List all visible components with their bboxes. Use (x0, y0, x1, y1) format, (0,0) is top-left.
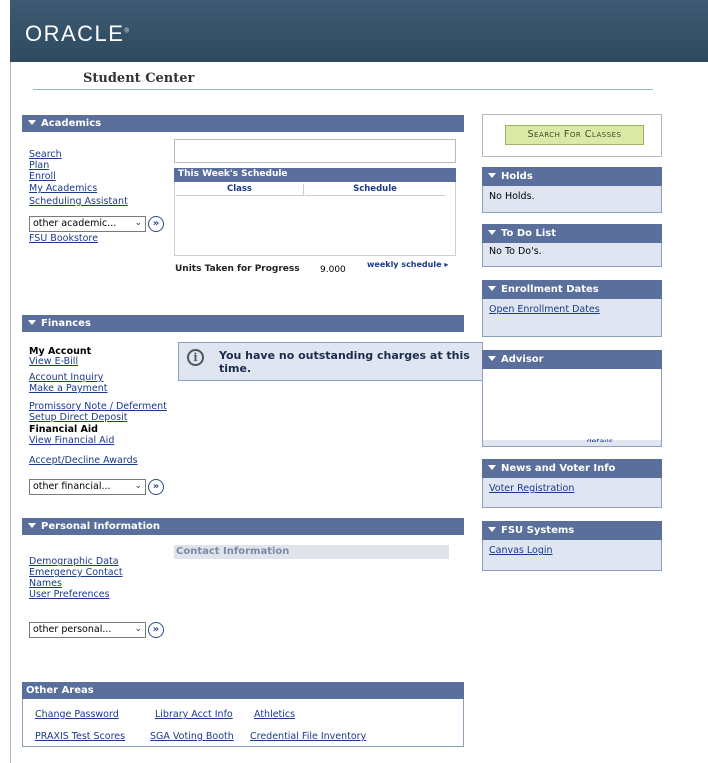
change-password-link[interactable]: Change Password (35, 709, 119, 720)
holds-body: No Holds. (482, 186, 662, 213)
chevron-down-icon: ⌄ (134, 218, 142, 228)
praxis-scores-link[interactable]: PRAXIS Test Scores (35, 731, 125, 742)
academic-go-button[interactable]: » (148, 216, 164, 232)
todo-header[interactable]: To Do List (482, 224, 662, 243)
weekly-schedule-link[interactable]: weekly schedule ▸ (367, 260, 448, 269)
no-charges-message: i You have no outstanding charges at thi… (178, 342, 483, 381)
personal-info-header[interactable]: Personal Information (22, 518, 464, 535)
collapse-triangle-icon (488, 356, 496, 361)
academics-link-scheduling-assistant[interactable]: Scheduling Assistant (29, 196, 128, 207)
header-bar: ORACLE® (10, 0, 708, 62)
account-inquiry-link[interactable]: Account Inquiry (29, 372, 103, 383)
collapse-triangle-icon (28, 120, 36, 125)
enrollment-dates-body: Open Enrollment Dates (482, 299, 662, 337)
schedule-title: This Week's Schedule (174, 168, 456, 182)
search-for-classes-button[interactable]: Search For Classes (505, 125, 644, 145)
units-value: 9.000 (320, 265, 346, 275)
finances-header[interactable]: Finances (22, 315, 464, 332)
holds-header[interactable]: Holds (482, 167, 662, 186)
other-areas-header: Other Areas (22, 682, 464, 699)
academics-link-enroll[interactable]: Enroll (29, 171, 56, 182)
collapse-triangle-icon (28, 320, 36, 325)
financial-aid-heading: Financial Aid (29, 424, 98, 435)
emergency-contact-link[interactable]: Emergency Contact (29, 567, 123, 578)
units-label: Units Taken for Progress (175, 264, 300, 274)
news-voter-header[interactable]: News and Voter Info (482, 459, 662, 478)
enrollment-dates-header[interactable]: Enrollment Dates (482, 280, 662, 299)
academics-search-box (174, 139, 456, 163)
open-enrollment-dates-link[interactable]: Open Enrollment Dates (489, 304, 600, 315)
fsu-bookstore-link[interactable]: FSU Bookstore (29, 233, 98, 244)
names-link[interactable]: Names (29, 578, 62, 589)
collapse-triangle-icon (28, 523, 36, 528)
credential-file-link[interactable]: Credential File Inventory (250, 731, 366, 742)
chevron-down-icon: ⌄ (134, 624, 142, 634)
todo-text: No To Do's. (489, 246, 542, 257)
academics-link-search[interactable]: Search (29, 149, 62, 160)
library-acct-info-link[interactable]: Library Acct Info (155, 709, 233, 720)
promissory-note-link[interactable]: Promissory Note / Deferment (29, 401, 167, 412)
view-financial-aid-link[interactable]: View Financial Aid (29, 435, 114, 446)
collapse-triangle-icon (488, 465, 496, 470)
chevron-down-icon: ⌄ (134, 481, 142, 491)
academics-header[interactable]: Academics (22, 115, 464, 132)
fsu-systems-body: Canvas Login (482, 540, 662, 571)
academics-link-my-academics[interactable]: My Academics (29, 183, 97, 194)
holds-text: No Holds. (489, 191, 535, 202)
schedule-col-class: Class (176, 184, 304, 196)
fsu-systems-header[interactable]: FSU Systems (482, 521, 662, 540)
personal-go-button[interactable]: » (148, 622, 164, 638)
schedule-col-schedule: Schedule (305, 184, 445, 196)
collapse-triangle-icon (488, 230, 496, 235)
user-preferences-link[interactable]: User Preferences (29, 589, 110, 600)
advisor-body: details (482, 369, 662, 447)
athletics-link[interactable]: Athletics (254, 709, 295, 720)
news-voter-body: Voter Registration (482, 478, 662, 508)
other-academic-select[interactable]: other academic... ⌄ (29, 216, 146, 232)
collapse-triangle-icon (488, 527, 496, 532)
accept-decline-awards-link[interactable]: Accept/Decline Awards (29, 455, 138, 466)
voter-registration-link[interactable]: Voter Registration (489, 483, 574, 494)
collapse-triangle-icon (488, 286, 496, 291)
arrow-right-icon: ▸ (444, 260, 449, 269)
todo-body: No To Do's. (482, 243, 662, 267)
other-financial-select[interactable]: other financial... ⌄ (29, 479, 146, 495)
collapse-triangle-icon (488, 173, 496, 178)
page-title: Student Center (83, 71, 195, 86)
direct-deposit-link[interactable]: Setup Direct Deposit (29, 412, 127, 423)
contact-info-heading: Contact Information (174, 545, 449, 559)
sga-voting-link[interactable]: SGA Voting Booth (150, 731, 234, 742)
view-ebill-link[interactable]: View E-Bill (29, 356, 78, 367)
canvas-login-link[interactable]: Canvas Login (489, 545, 553, 556)
advisor-details-link[interactable]: details (586, 439, 613, 442)
make-payment-link[interactable]: Make a Payment (29, 383, 107, 394)
demographic-data-link[interactable]: Demographic Data (29, 556, 119, 567)
academics-link-plan[interactable]: Plan (29, 160, 49, 171)
other-personal-select[interactable]: other personal... ⌄ (29, 622, 146, 638)
info-icon: i (187, 349, 204, 366)
no-charges-text: You have no outstanding charges at this … (219, 349, 470, 375)
title-divider (33, 89, 653, 90)
oracle-logo: ORACLE® (25, 21, 131, 46)
advisor-header[interactable]: Advisor (482, 350, 662, 369)
financial-go-button[interactable]: » (148, 479, 164, 495)
